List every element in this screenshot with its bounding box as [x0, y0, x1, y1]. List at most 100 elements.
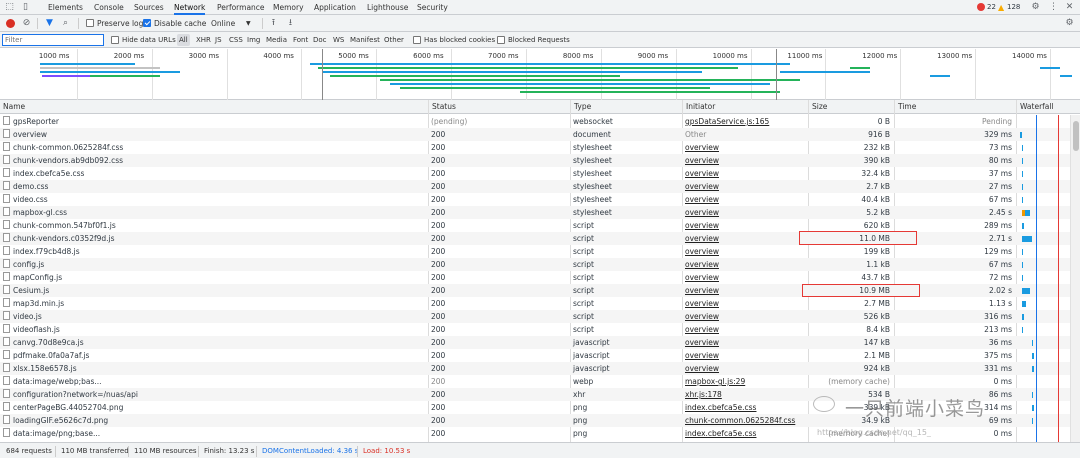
table-row[interactable]: pdfmake.0fa0a7af.js 200 javascript overview…: [0, 349, 1070, 362]
table-row[interactable]: config.js 200 script overview 1.1 kB 67 ms: [0, 258, 1070, 271]
initiator-link[interactable]: overview: [685, 338, 719, 347]
tab-application[interactable]: Application: [314, 0, 356, 15]
table-row[interactable]: centerPageBG.44052704.png 200 png index.cbe…: [0, 401, 1070, 414]
cell-name[interactable]: map3d.min.js: [0, 297, 428, 310]
filter-type-all[interactable]: All: [177, 34, 190, 46]
cell-name[interactable]: canvg.70d8e9ca.js: [0, 336, 428, 349]
cell-name[interactable]: data:image/webp;bas...: [0, 375, 428, 388]
cell-name[interactable]: loadingGIF.e5626c7d.png: [0, 414, 428, 427]
initiator-link[interactable]: xhr.js:178: [685, 390, 722, 399]
initiator-link[interactable]: overview: [685, 325, 719, 334]
tab-sources[interactable]: Sources: [134, 0, 164, 15]
table-row[interactable]: chunk-common.0625284f.css 200 stylesheet ov…: [0, 141, 1070, 154]
cell-name[interactable]: index.cbefca5e.css: [0, 167, 428, 180]
initiator-link[interactable]: overview: [685, 195, 719, 204]
table-row[interactable]: video.css 200 stylesheet overview 40.4 kB 67 …: [0, 193, 1070, 206]
cell-name[interactable]: configuration?network=/nuas/api: [0, 388, 428, 401]
table-row[interactable]: map3d.min.js 200 script overview 2.7 MB 1.13 …: [0, 297, 1070, 310]
cell-name[interactable]: pdfmake.0fa0a7af.js: [0, 349, 428, 362]
record-icon[interactable]: [6, 19, 15, 28]
initiator-link[interactable]: overview: [685, 299, 719, 308]
initiator-link[interactable]: overview: [685, 156, 719, 165]
filter-funnel-icon[interactable]: ▼: [44, 18, 55, 29]
initiator-link[interactable]: overview: [685, 351, 719, 360]
cell-name[interactable]: chunk-vendors.c0352f9d.js: [0, 232, 428, 245]
has-blocked-cookies-checkbox[interactable]: [413, 36, 421, 44]
filter-type-font[interactable]: Font: [293, 34, 308, 46]
table-row[interactable]: canvg.70d8e9ca.js 200 javascript overview 14…: [0, 336, 1070, 349]
cell-name[interactable]: overview: [0, 128, 428, 141]
initiator-link[interactable]: overview: [685, 247, 719, 256]
settings-gear-icon[interactable]: ⚙: [1030, 2, 1041, 13]
scrollbar-thumb[interactable]: [1073, 121, 1079, 151]
table-row[interactable]: video.js 200 script overview 526 kB 316 ms: [0, 310, 1070, 323]
column-header-initiator[interactable]: Initiator: [682, 100, 808, 114]
network-overview-timeline[interactable]: 1000 ms 2000 ms 3000 ms 4000 ms 5000 ms 6000 …: [0, 49, 1080, 100]
initiator-link[interactable]: chunk-common.0625284f.css: [685, 416, 795, 425]
cell-name[interactable]: chunk-common.0625284f.css: [0, 141, 428, 154]
tab-elements[interactable]: Elements: [48, 0, 83, 15]
initiator-link[interactable]: overview: [685, 208, 719, 217]
column-header-type[interactable]: Type: [570, 100, 682, 114]
initiator-link[interactable]: index.cbefca5e.css: [685, 429, 756, 438]
table-row[interactable]: index.f79cb4d8.js 200 script overview 199 kB…: [0, 245, 1070, 258]
cell-name[interactable]: demo.css: [0, 180, 428, 193]
filter-input[interactable]: [2, 34, 104, 46]
initiator-link[interactable]: index.cbefca5e.css: [685, 403, 756, 412]
cell-name[interactable]: chunk-common.547bf0f1.js: [0, 219, 428, 232]
table-row[interactable]: mapConfig.js 200 script overview 43.7 kB 72 m…: [0, 271, 1070, 284]
table-row[interactable]: mapbox-gl.css 200 stylesheet overview 5.2 kB…: [0, 206, 1070, 219]
more-options-icon[interactable]: ⋮: [1048, 2, 1059, 13]
initiator-link[interactable]: overview: [685, 234, 719, 243]
initiator-link[interactable]: gpsDataService.js:165: [685, 117, 769, 126]
clear-icon[interactable]: ⊘: [21, 18, 32, 29]
export-har-icon[interactable]: ⭳: [285, 18, 296, 29]
network-settings-gear-icon[interactable]: ⚙: [1064, 18, 1075, 29]
table-row[interactable]: configuration?network=/nuas/api 200 xhr xhr…: [0, 388, 1070, 401]
cell-name[interactable]: data:image/png;base...: [0, 427, 428, 440]
column-header-waterfall[interactable]: Waterfall: [1016, 100, 1070, 114]
cell-name[interactable]: video.js: [0, 310, 428, 323]
blocked-requests-checkbox[interactable]: [497, 36, 505, 44]
filter-type-manifest[interactable]: Manifest: [350, 34, 380, 46]
table-row[interactable]: loadingGIF.e5626c7d.png 200 png chunk-commo…: [0, 414, 1070, 427]
table-scrollbar[interactable]: [1070, 115, 1080, 442]
initiator-link[interactable]: overview: [685, 182, 719, 191]
cell-name[interactable]: video.css: [0, 193, 428, 206]
filter-type-css[interactable]: CSS: [229, 34, 243, 46]
error-count[interactable]: 22: [987, 0, 996, 15]
initiator-link[interactable]: overview: [685, 286, 719, 295]
column-header-time[interactable]: Time: [894, 100, 1016, 114]
cell-name[interactable]: mapConfig.js: [0, 271, 428, 284]
initiator-link[interactable]: overview: [685, 221, 719, 230]
device-toolbar-icon[interactable]: ▯: [20, 2, 31, 13]
column-header-size[interactable]: Size: [808, 100, 894, 114]
column-header-status[interactable]: Status: [428, 100, 570, 114]
initiator-link[interactable]: overview: [685, 143, 719, 152]
cell-name[interactable]: index.f79cb4d8.js: [0, 245, 428, 258]
table-row[interactable]: demo.css 200 stylesheet overview 2.7 kB 27 ms: [0, 180, 1070, 193]
table-row[interactable]: xlsx.158e6578.js 200 javascript overview 924…: [0, 362, 1070, 375]
table-row[interactable]: index.cbefca5e.css 200 stylesheet overview 3…: [0, 167, 1070, 180]
initiator-link[interactable]: overview: [685, 312, 719, 321]
throttling-select[interactable]: Online: [211, 17, 235, 30]
table-row[interactable]: gpsReporter (pending) websocket gpsDataServ…: [0, 115, 1070, 128]
cell-name[interactable]: gpsReporter: [0, 115, 428, 128]
cell-name[interactable]: Cesium.js: [0, 284, 428, 297]
cell-name[interactable]: videoflash.js: [0, 323, 428, 336]
overview-selection-window[interactable]: [322, 49, 777, 100]
column-header-name[interactable]: Name: [0, 100, 428, 114]
filter-type-doc[interactable]: Doc: [313, 34, 327, 46]
table-row[interactable]: data:image/webp;bas... 200 webp mapbox-gl.j…: [0, 375, 1070, 388]
cell-name[interactable]: config.js: [0, 258, 428, 271]
tab-lighthouse[interactable]: Lighthouse: [367, 0, 408, 15]
chevron-down-icon[interactable]: ▼: [246, 17, 251, 30]
inspect-element-icon[interactable]: ⬚: [4, 2, 15, 13]
table-row[interactable]: data:image/png;base... 200 png index.cbefca…: [0, 427, 1070, 440]
hide-data-urls-checkbox[interactable]: [111, 36, 119, 44]
close-devtools-icon[interactable]: ✕: [1064, 2, 1075, 13]
initiator-link[interactable]: mapbox-gl.js:29: [685, 377, 745, 386]
tab-console[interactable]: Console: [94, 0, 124, 15]
search-icon[interactable]: ⌕: [60, 18, 71, 29]
filter-type-media[interactable]: Media: [266, 34, 287, 46]
